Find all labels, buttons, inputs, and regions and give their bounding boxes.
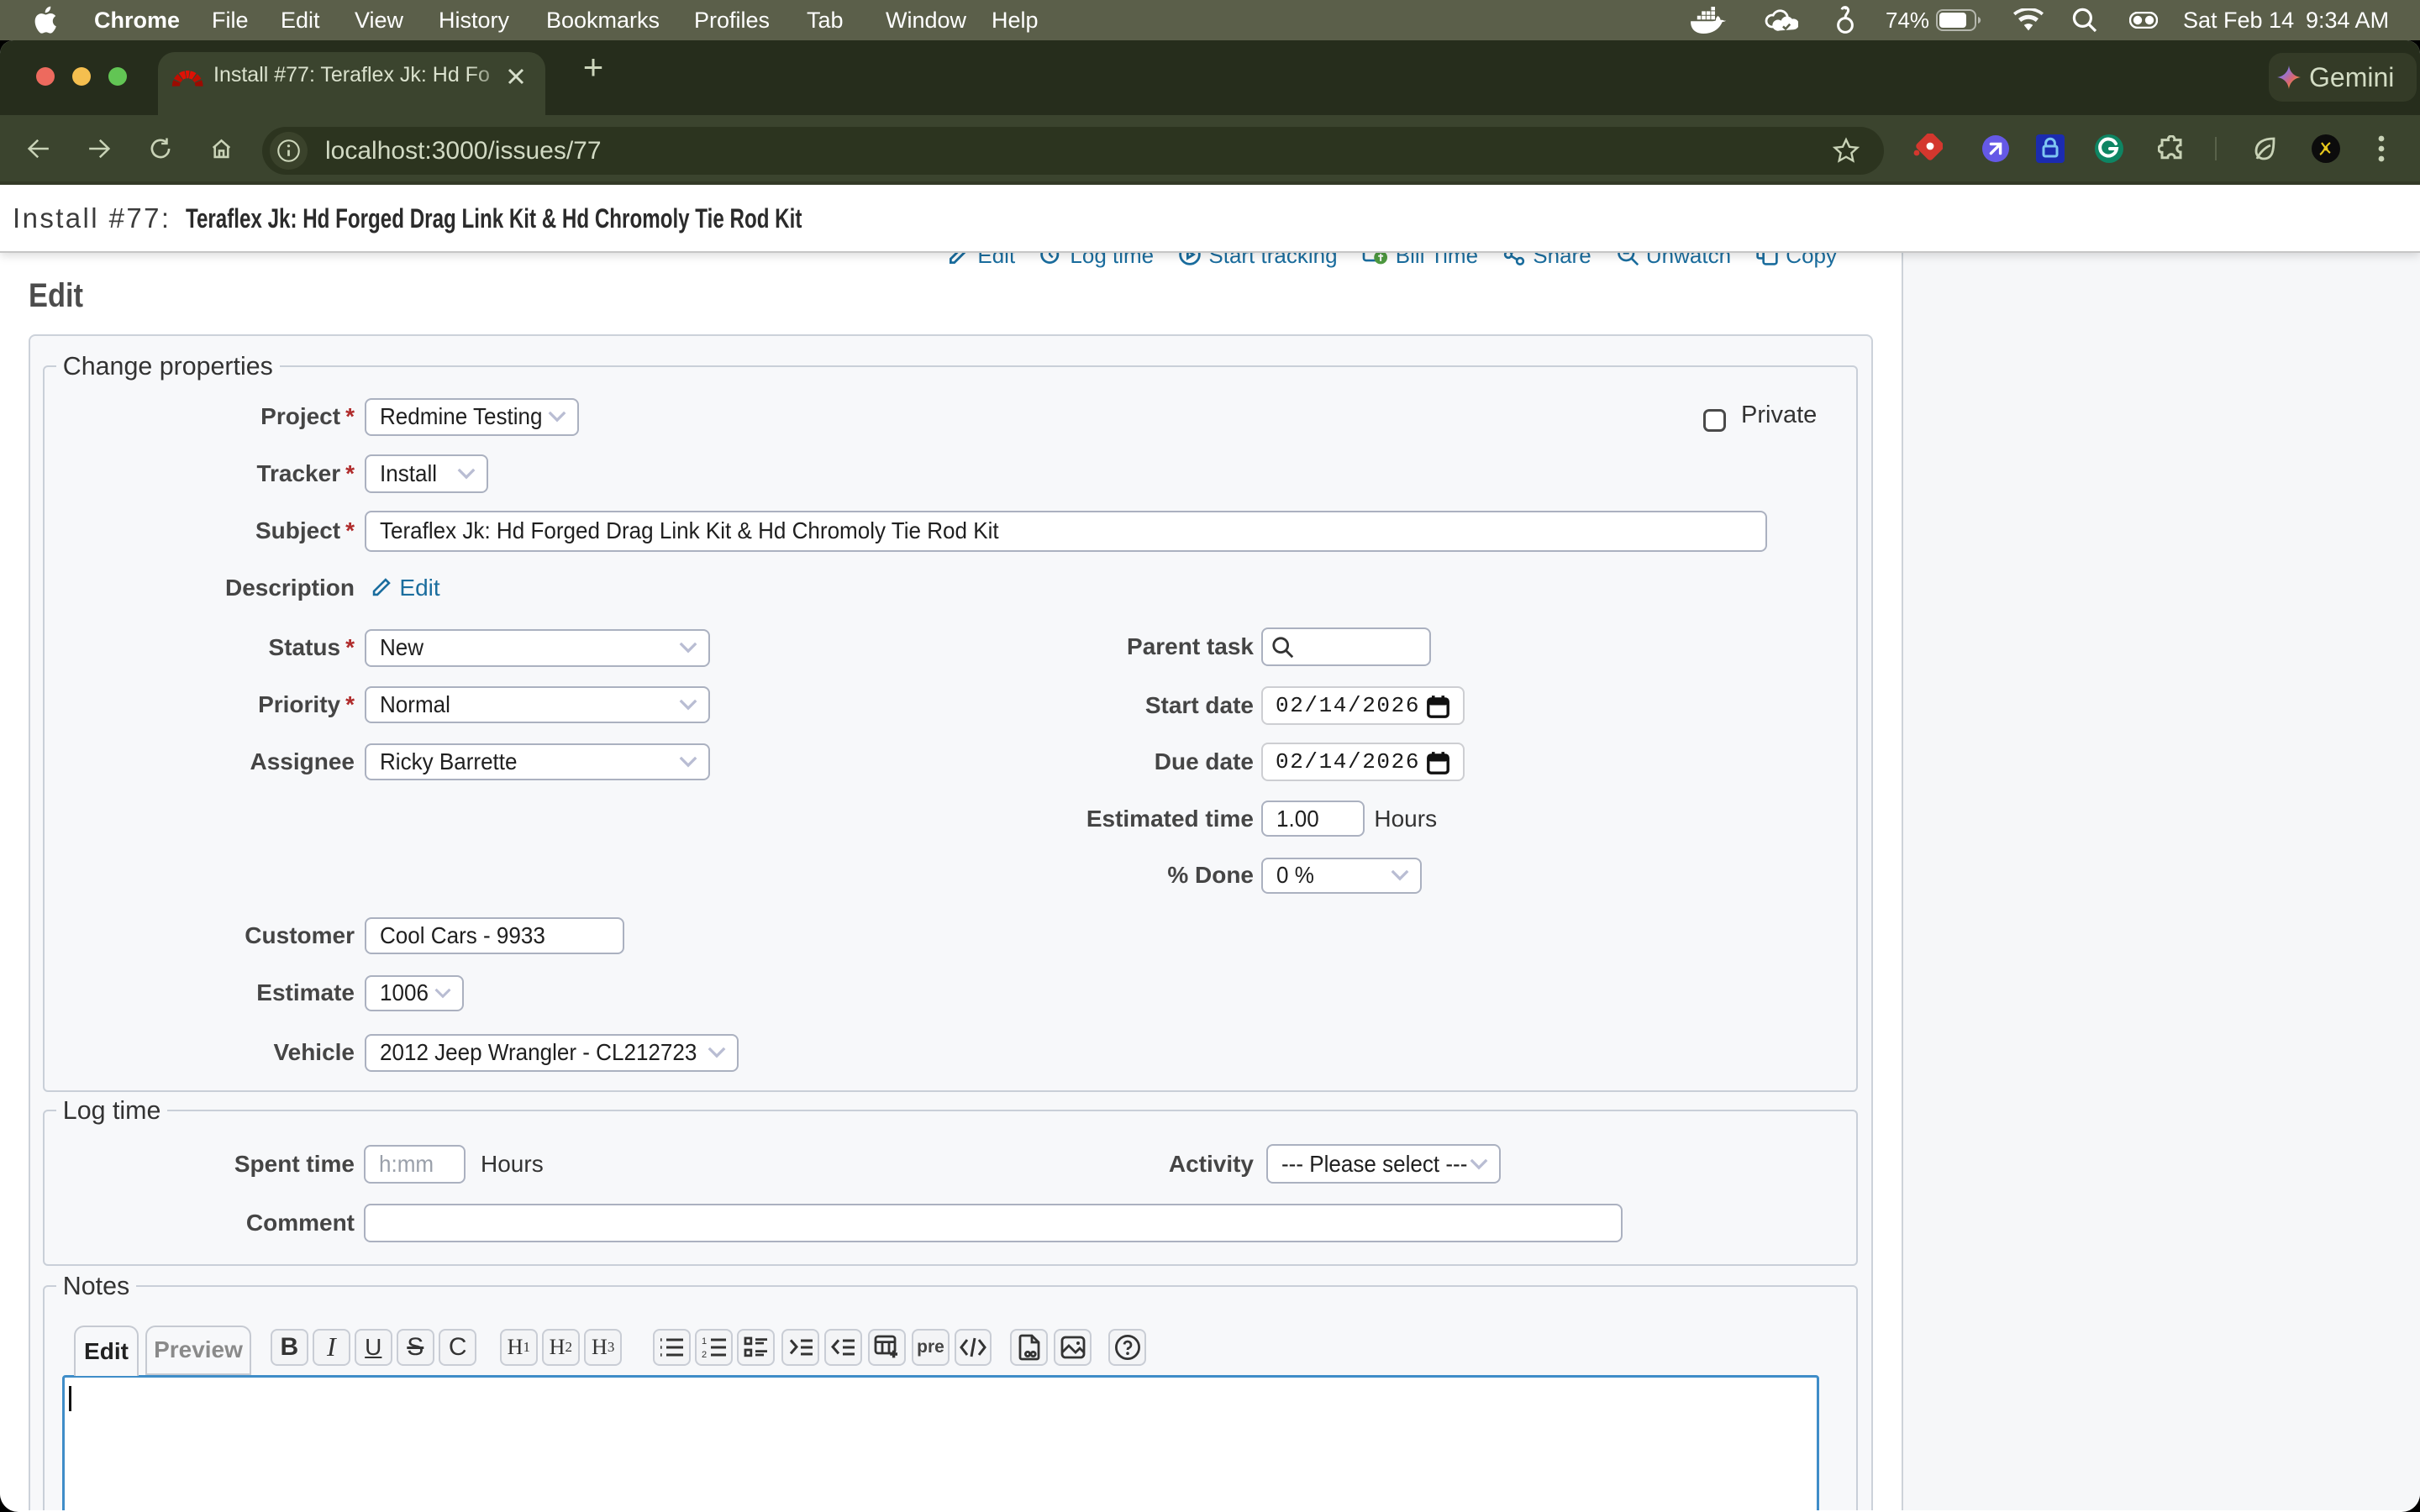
svg-text:2: 2 (702, 1350, 707, 1359)
svg-text:1: 1 (702, 1336, 707, 1347)
